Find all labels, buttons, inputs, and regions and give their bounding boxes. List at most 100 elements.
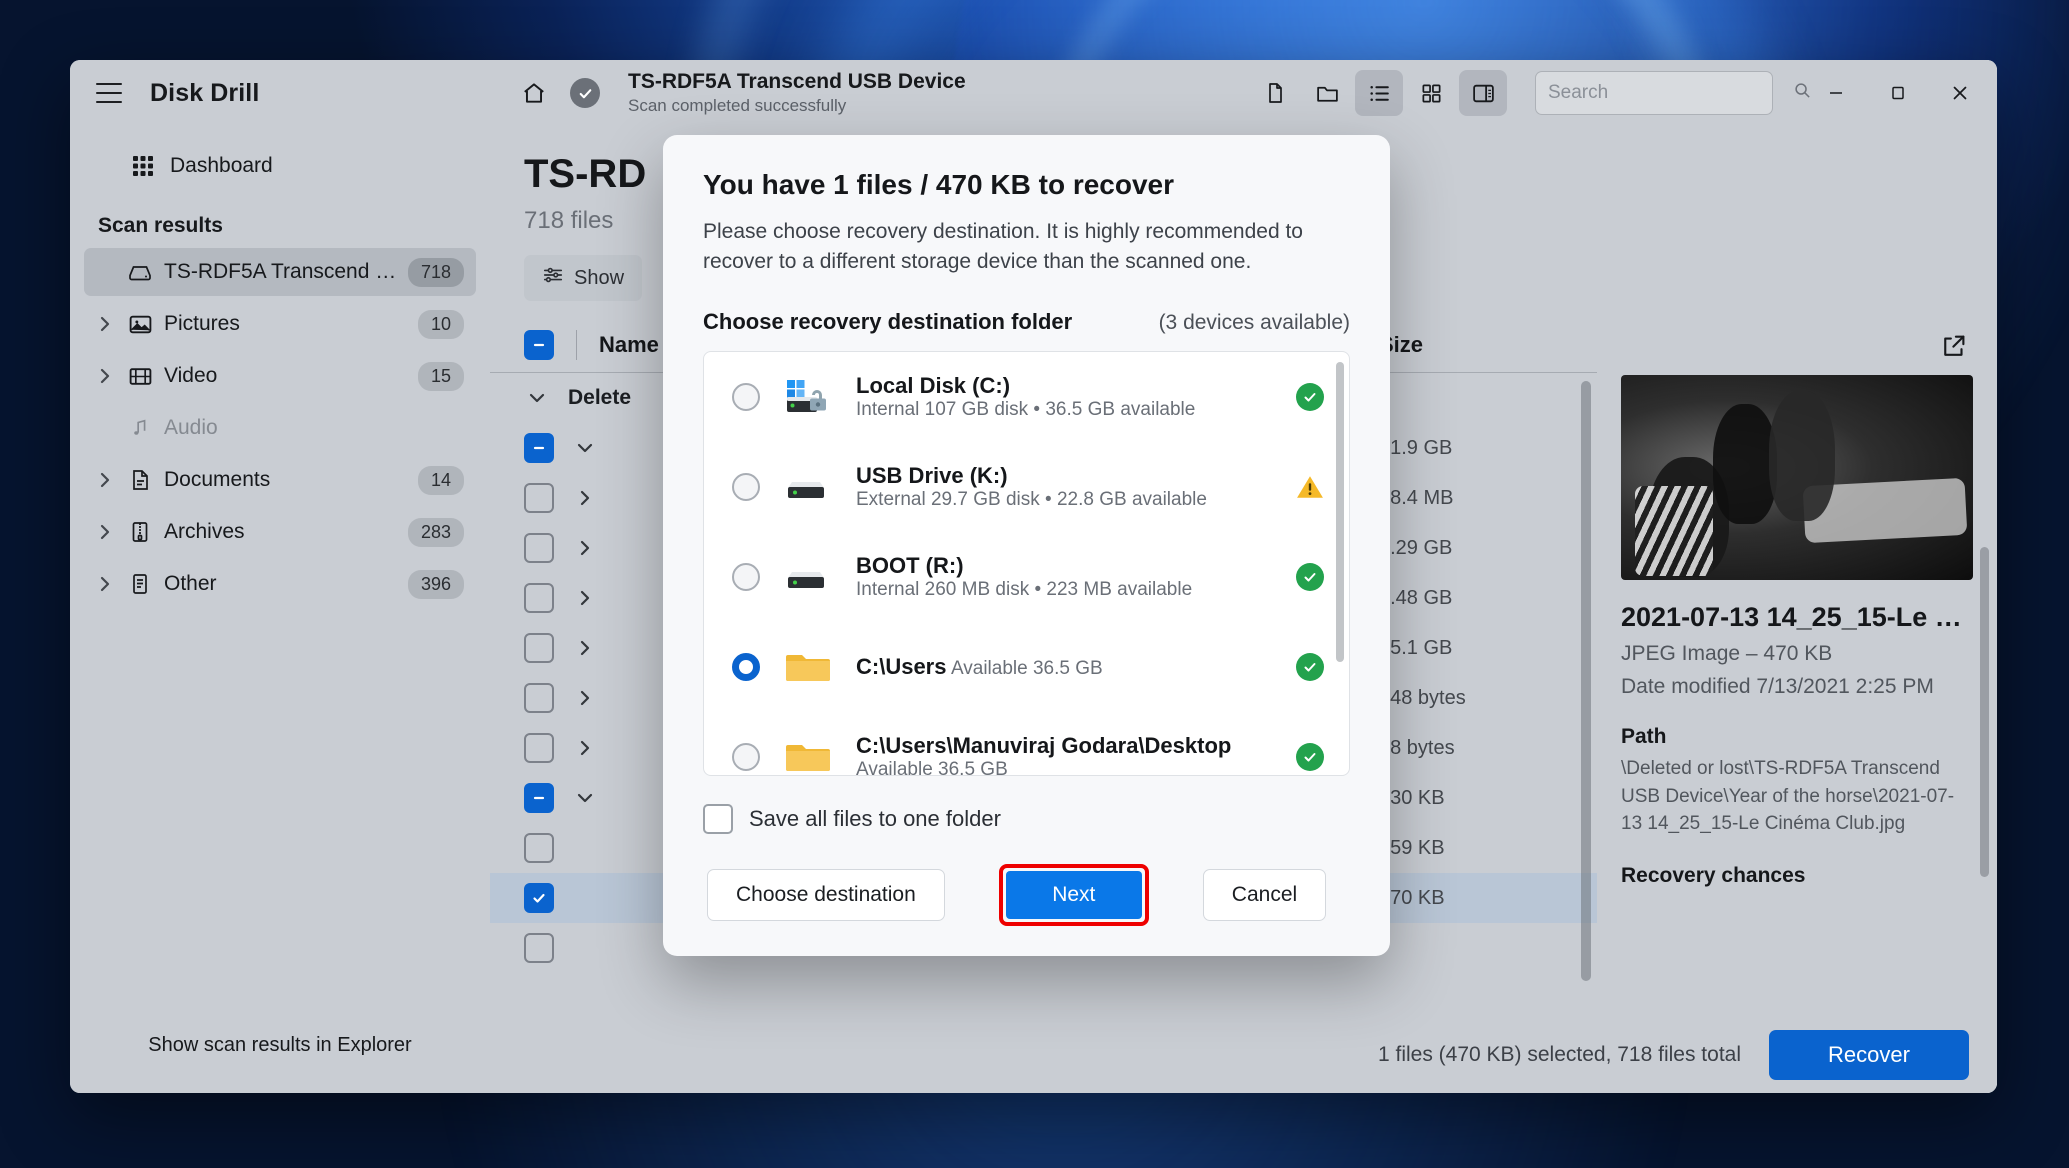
sidebar-item-archives-label: Archives (164, 520, 398, 544)
show-scan-results-in-explorer-button[interactable]: Show scan results in Explorer (92, 1019, 468, 1071)
maximize-icon[interactable] (1867, 60, 1929, 126)
table-scrollbar-thumb[interactable] (1581, 381, 1591, 981)
show-filter-button[interactable]: Show (524, 255, 642, 301)
sidebar-item-pictures[interactable]: Pictures 10 (84, 300, 476, 348)
row-checkbox[interactable] (524, 833, 554, 863)
dialog-description: Please choose recovery destination. It i… (703, 217, 1350, 277)
preview-scrollbar[interactable] (1980, 547, 1989, 1007)
check-circle-icon (1296, 383, 1324, 411)
row-checkbox[interactable] (524, 933, 554, 963)
preview-scrollbar-thumb[interactable] (1980, 547, 1989, 877)
check-circle-icon (1296, 653, 1324, 681)
sidebar-item-device-label: TS-RDF5A Transcend US... (164, 260, 398, 284)
row-checkbox[interactable] (524, 683, 554, 713)
chevron-right-icon[interactable] (94, 367, 116, 385)
sidebar-item-archives[interactable]: Archives 283 (84, 508, 476, 556)
row-size: 5.48 GB (1379, 587, 1579, 610)
dialog-title: You have 1 files / 470 KB to recover (703, 169, 1350, 201)
chevron-right-icon[interactable] (94, 523, 116, 541)
status-badge-ok (1293, 563, 1327, 591)
sidebar-item-device[interactable]: TS-RDF5A Transcend US... 718 (84, 248, 476, 296)
chevron-right-icon[interactable] (572, 739, 598, 757)
chevron-down-icon[interactable] (572, 442, 598, 454)
destination-option-usb-drive-k[interactable]: USB Drive (K:) External 29.7 GB disk • 2… (704, 442, 1349, 532)
sidebar-item-video[interactable]: Video 15 (84, 352, 476, 400)
chevron-right-icon[interactable] (572, 539, 598, 557)
devices-available-count: (3 devices available) (1159, 311, 1350, 335)
minimize-icon[interactable] (1805, 60, 1867, 126)
row-size: 18.4 MB (1379, 487, 1579, 510)
search-input[interactable] (1548, 82, 1793, 104)
check-circle-icon (570, 78, 600, 108)
dashboard-grid-icon (130, 153, 156, 179)
destination-option-desktop[interactable]: C:\Users\Manuviraj Godara\Desktop Availa… (704, 712, 1349, 776)
destination-list-scrollbar-thumb[interactable] (1336, 362, 1344, 662)
destination-option-c-users[interactable]: C:\Users Available 36.5 GB (704, 622, 1349, 712)
recover-button[interactable]: Recover (1769, 1030, 1969, 1080)
chevron-right-icon[interactable] (94, 315, 116, 333)
hamburger-menu-icon[interactable] (96, 83, 122, 103)
row-checkbox[interactable] (524, 733, 554, 763)
column-header-name[interactable]: Name (599, 332, 659, 358)
next-button[interactable]: Next (1006, 871, 1142, 919)
row-checkbox[interactable] (524, 783, 554, 813)
row-checkbox[interactable] (524, 633, 554, 663)
chevron-right-icon[interactable] (94, 575, 116, 593)
chevron-right-icon[interactable] (572, 639, 598, 657)
chevron-down-icon[interactable] (524, 392, 550, 404)
choose-destination-button[interactable]: Choose destination (707, 869, 945, 921)
file-icon[interactable] (1251, 70, 1299, 116)
radio-button[interactable] (732, 383, 760, 411)
status-badge-ok (1293, 653, 1327, 681)
home-icon[interactable] (512, 71, 556, 115)
group-label: Delete (568, 386, 631, 410)
sidebar-item-other[interactable]: Other 396 (84, 560, 476, 608)
document-icon (126, 466, 154, 494)
cancel-button[interactable]: Cancel (1203, 869, 1326, 921)
sidebar-item-audio-label: Audio (164, 416, 464, 440)
folder-icon[interactable] (1303, 70, 1351, 116)
column-header-size[interactable]: Size (1379, 332, 1579, 358)
row-size: 15.1 GB (1379, 637, 1579, 660)
destination-meta: Available 36.5 GB (951, 658, 1103, 679)
chevron-right-icon[interactable] (94, 471, 116, 489)
destination-list-scrollbar[interactable] (1336, 362, 1344, 765)
destination-meta: Available 36.5 GB (856, 759, 1008, 776)
sidebar-item-device-count: 718 (408, 258, 464, 287)
open-external-icon[interactable] (1939, 331, 1973, 365)
scan-status: Scan completed successfully (628, 96, 966, 116)
preview-path-value: \Deleted or lost\TS-RDF5A Transcend USB … (1621, 755, 1973, 838)
sidebar-item-documents[interactable]: Documents 14 (84, 456, 476, 504)
list-view-icon[interactable] (1355, 70, 1403, 116)
radio-button[interactable] (732, 743, 760, 771)
chevron-down-icon[interactable] (572, 792, 598, 804)
destination-meta: External 29.7 GB disk • 22.8 GB availabl… (856, 489, 1207, 510)
close-icon[interactable] (1929, 60, 1991, 126)
row-checkbox[interactable] (524, 883, 554, 913)
row-checkbox[interactable] (524, 433, 554, 463)
check-circle-icon (1296, 743, 1324, 771)
chevron-right-icon[interactable] (572, 589, 598, 607)
row-size: 459 KB (1379, 837, 1579, 860)
row-checkbox[interactable] (524, 483, 554, 513)
radio-button[interactable] (732, 473, 760, 501)
select-all-checkbox[interactable] (524, 330, 554, 360)
sidebar-item-dashboard[interactable]: Dashboard (84, 142, 476, 190)
grid-view-icon[interactable] (1407, 70, 1455, 116)
table-scrollbar[interactable] (1581, 381, 1591, 1009)
radio-button-selected[interactable] (732, 653, 760, 681)
chevron-right-icon[interactable] (572, 489, 598, 507)
chevron-right-icon[interactable] (572, 689, 598, 707)
search-box[interactable] (1535, 71, 1773, 115)
destination-option-local-disk-c[interactable]: Local Disk (C:) Internal 107 GB disk • 3… (704, 352, 1349, 442)
radio-button[interactable] (732, 563, 760, 591)
row-checkbox[interactable] (524, 583, 554, 613)
app-title: Disk Drill (150, 79, 259, 108)
destination-name: C:\Users (856, 654, 946, 679)
row-checkbox[interactable] (524, 533, 554, 563)
save-all-to-one-folder-checkbox[interactable] (703, 804, 733, 834)
row-size: 1.29 GB (1379, 537, 1579, 560)
side-panel-icon[interactable] (1459, 70, 1507, 116)
destination-option-boot-r[interactable]: BOOT (R:) Internal 260 MB disk • 223 MB … (704, 532, 1349, 622)
file-thumbnail (1621, 375, 1973, 580)
